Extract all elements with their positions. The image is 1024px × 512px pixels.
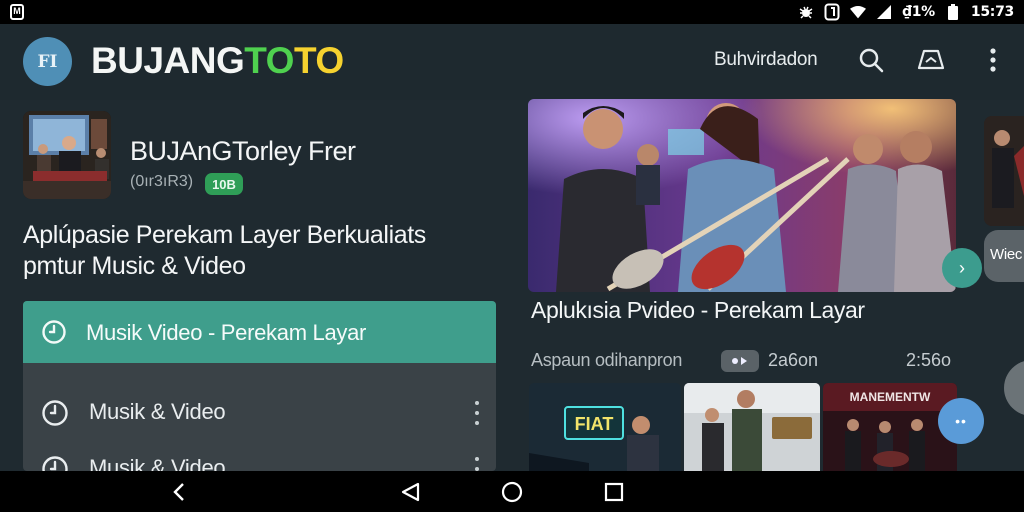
brand-part-1: BUJANG: [91, 40, 245, 81]
menu-item-active-label: Musik Video - Perekam Layar: [86, 320, 367, 345]
menu-item[interactable]: Musik & Video: [23, 441, 496, 471]
cell-signal-icon: [876, 4, 892, 20]
brand-title: BUJANGTOTO: [91, 40, 344, 82]
video-thumbnail[interactable]: [684, 383, 820, 471]
thumb-title-text: MANEMENTW: [850, 390, 931, 404]
featured-meta: Aspaun odihanpron: [531, 350, 683, 370]
menu-item-label: Musik & Video: [89, 399, 226, 424]
logo-glyph: FI: [37, 51, 58, 72]
search-icon[interactable]: [857, 46, 885, 74]
clock-icon: [41, 399, 69, 432]
headline-line-1: Aplúpasie Perekam Layer Berkualiats: [23, 221, 426, 249]
carousel-next-button[interactable]: ›: [942, 248, 982, 288]
battery-icon: [945, 4, 961, 20]
headline-line-2: pmtur Music & Video: [23, 252, 246, 280]
status-bar: M ₫1% 15:73: [0, 0, 1024, 24]
clock-icon: [41, 455, 69, 471]
more-vert-icon[interactable]: [472, 457, 482, 471]
clock: 15:73: [970, 4, 1014, 20]
clock-icon: [41, 319, 67, 350]
video-badge-icon: [721, 350, 759, 372]
notification-box-icon: M: [10, 4, 24, 20]
video-thumbnail[interactable]: FIAT: [529, 383, 681, 471]
menu-item-label: Musik & Video: [89, 455, 226, 471]
headline: Aplúpasie Perekam Layer Berkualiats pmtu…: [23, 220, 503, 282]
featured-caption: Aplukısia Pvideo - Perekam Layar: [531, 297, 865, 323]
edge-action-button[interactable]: [1004, 360, 1024, 416]
home-icon[interactable]: [500, 481, 524, 503]
next-card-peek[interactable]: [984, 116, 1024, 226]
appbar-link[interactable]: Buhvirdadon: [714, 49, 818, 71]
menu-panel: Musik Video - Perekam Layar Musik & Vide…: [23, 301, 496, 471]
brand-part-3: TO: [293, 40, 344, 81]
bug-icon: [798, 4, 814, 20]
cast-icon[interactable]: [917, 46, 945, 74]
video-thumbnail[interactable]: MANEMENTW: [823, 383, 957, 471]
menu-item[interactable]: Musik & Video: [23, 385, 496, 441]
next-card-label[interactable]: Wiec: [984, 230, 1024, 282]
app-bar: FI BUJANGTOTO Buhvirdadon: [0, 24, 1024, 100]
app-title: BUJAnGTorley Frer: [130, 136, 356, 166]
wifi-icon: [850, 4, 867, 20]
more-vert-icon[interactable]: [980, 46, 1006, 74]
floating-action-button[interactable]: ••: [938, 398, 984, 444]
battery-percent: ₫1%: [902, 4, 935, 20]
featured-duration: 2:56o: [906, 350, 952, 370]
status-icons: ₫1% 15:73: [798, 0, 1014, 24]
system-nav-bar: [0, 471, 1024, 512]
recents-icon[interactable]: [602, 481, 626, 503]
back-triangle-icon[interactable]: [398, 481, 422, 503]
brand-part-2: TO: [244, 40, 294, 81]
menu-item-active[interactable]: Musik Video - Perekam Layar: [23, 301, 496, 363]
thumb-sign-text: FIAT: [575, 414, 614, 434]
app-logo[interactable]: FI: [23, 37, 72, 86]
app-thumbnail[interactable]: [23, 111, 111, 199]
app-subtitle: (0ır3ıR3): [130, 173, 194, 190]
back-nav-icon[interactable]: [167, 481, 191, 503]
carrier-icon: [824, 3, 840, 21]
more-vert-icon[interactable]: [472, 401, 482, 425]
app-badge: 10B: [205, 173, 243, 195]
featured-meta-badge-label: 2a6on: [768, 350, 819, 370]
featured-video-thumbnail[interactable]: [528, 99, 956, 292]
